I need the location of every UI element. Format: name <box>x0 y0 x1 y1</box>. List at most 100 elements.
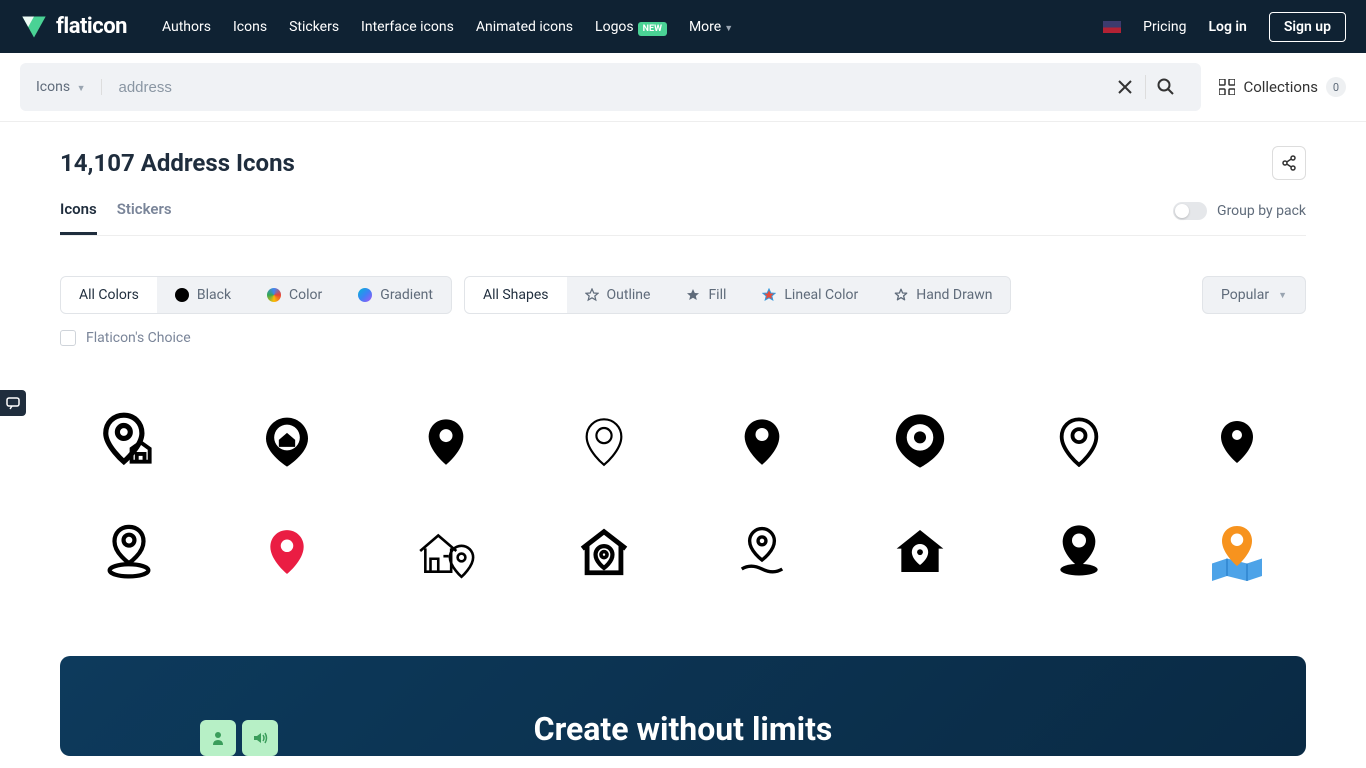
search-bar: Icons ▼ <box>20 63 1201 111</box>
collections-button[interactable]: Collections 0 <box>1219 77 1346 97</box>
filter-all-shapes[interactable]: All Shapes <box>465 277 567 313</box>
star-fill-icon <box>686 288 700 302</box>
icon-result[interactable] <box>535 506 673 596</box>
icon-grid <box>60 396 1306 596</box>
house-pin-solid-icon <box>892 523 948 579</box>
color-filter: All Colors Black Color Gradient <box>60 276 452 314</box>
flaticon-choice: Flaticon's Choice <box>60 330 1306 346</box>
nav-more[interactable]: More▼ <box>689 19 733 35</box>
filter-hand-drawn[interactable]: Hand Drawn <box>876 277 1010 313</box>
person-icon <box>210 730 226 746</box>
pin-outline-icon <box>1053 415 1105 467</box>
grid-icon <box>1219 79 1235 95</box>
pin-solid-icon <box>420 415 472 467</box>
filter-lineal-color[interactable]: Lineal Color <box>744 277 876 313</box>
sound-icon <box>252 730 268 746</box>
icon-result[interactable] <box>851 506 989 596</box>
search-button[interactable] <box>1145 75 1185 99</box>
icon-result[interactable] <box>377 506 515 596</box>
icon-result[interactable] <box>60 506 198 596</box>
gradient-swatch-icon <box>358 288 372 302</box>
banner-decoration <box>200 720 278 756</box>
search-type-dropdown[interactable]: Icons ▼ <box>36 79 102 95</box>
icon-result[interactable] <box>377 396 515 486</box>
header-right: Pricing Log in Sign up <box>1103 12 1346 42</box>
icon-result[interactable] <box>1168 396 1306 486</box>
filter-all-colors[interactable]: All Colors <box>61 277 157 313</box>
nav-animated-icons[interactable]: Animated icons <box>476 19 573 35</box>
filter-fill[interactable]: Fill <box>668 277 744 313</box>
filter-gradient[interactable]: Gradient <box>340 277 451 313</box>
filters-row: All Colors Black Color Gradient All Shap… <box>60 276 1306 314</box>
pin-on-wave-icon <box>735 524 789 578</box>
language-flag-icon[interactable] <box>1103 21 1121 33</box>
flaticon-choice-checkbox[interactable] <box>60 330 76 346</box>
icon-result[interactable] <box>1010 506 1148 596</box>
feedback-icon <box>6 396 20 410</box>
main-header: flaticon Authors Icons Stickers Interfac… <box>0 0 1366 53</box>
logo-icon <box>20 13 48 41</box>
pin-solid3-icon <box>1213 417 1261 465</box>
logo[interactable]: flaticon <box>20 13 127 41</box>
nav-pricing[interactable]: Pricing <box>1143 19 1186 35</box>
pin-thin-outline-icon <box>578 415 630 467</box>
icon-result[interactable] <box>851 396 989 486</box>
search-input[interactable] <box>102 79 1105 96</box>
filter-color[interactable]: Color <box>249 277 340 313</box>
pin-solid2-icon <box>736 415 788 467</box>
share-button[interactable] <box>1272 146 1306 180</box>
share-icon <box>1281 155 1297 171</box>
icon-result[interactable] <box>535 396 673 486</box>
pin-on-spot-icon <box>1051 523 1107 579</box>
icon-result[interactable] <box>60 396 198 486</box>
pin-home-icon <box>259 413 315 469</box>
collections-label: Collections <box>1243 78 1318 96</box>
nav-interface-icons[interactable]: Interface icons <box>361 19 454 35</box>
signup-button[interactable]: Sign up <box>1269 12 1346 42</box>
house-pin-bold-icon <box>575 522 633 580</box>
nav-logos[interactable]: LogosNEW <box>595 19 667 35</box>
search-icon <box>1157 78 1175 96</box>
icon-result[interactable] <box>1010 396 1148 486</box>
pin-circle-icon <box>891 412 949 470</box>
group-by-pack-toggle: Group by pack <box>1173 202 1306 234</box>
pin-house-icon <box>98 410 160 472</box>
color-swatch-icon <box>267 288 281 302</box>
page-title: 14,107 Address Icons <box>60 149 295 177</box>
icon-result[interactable] <box>218 506 356 596</box>
icon-result[interactable] <box>693 396 831 486</box>
nav-icons[interactable]: Icons <box>233 19 267 35</box>
main-nav: Authors Icons Stickers Interface icons A… <box>162 19 733 35</box>
tab-icons[interactable]: Icons <box>60 200 97 235</box>
new-badge: NEW <box>638 22 667 36</box>
login-button[interactable]: Log in <box>1208 19 1246 35</box>
pin-on-map-color-icon <box>1207 521 1267 581</box>
close-icon <box>1118 80 1132 94</box>
icon-result[interactable] <box>693 506 831 596</box>
flaticon-choice-label: Flaticon's Choice <box>86 330 191 346</box>
tabs-row: Icons Stickers Group by pack <box>60 200 1306 236</box>
nav-authors[interactable]: Authors <box>162 19 211 35</box>
icon-result[interactable] <box>218 396 356 486</box>
banner-title: Create without limits <box>534 710 833 756</box>
collections-count: 0 <box>1326 77 1346 97</box>
tabs: Icons Stickers <box>60 200 172 235</box>
filter-black[interactable]: Black <box>157 277 249 313</box>
feedback-button[interactable] <box>0 390 26 416</box>
star-color-icon <box>762 288 776 302</box>
chevron-down-icon: ▼ <box>1278 290 1287 301</box>
promo-banner[interactable]: Create without limits <box>60 656 1306 756</box>
pin-on-map-outline-icon <box>100 522 158 580</box>
chevron-down-icon: ▼ <box>77 84 86 94</box>
tab-stickers[interactable]: Stickers <box>117 200 172 235</box>
chevron-down-icon: ▼ <box>724 24 733 34</box>
group-by-pack-switch[interactable] <box>1173 202 1207 220</box>
black-swatch-icon <box>175 288 189 302</box>
logo-text: flaticon <box>56 14 127 39</box>
nav-stickers[interactable]: Stickers <box>289 19 339 35</box>
filter-outline[interactable]: Outline <box>567 277 669 313</box>
title-row: 14,107 Address Icons <box>60 146 1306 180</box>
sort-dropdown[interactable]: Popular▼ <box>1202 276 1306 314</box>
clear-search-button[interactable] <box>1105 80 1145 94</box>
icon-result[interactable] <box>1168 506 1306 596</box>
